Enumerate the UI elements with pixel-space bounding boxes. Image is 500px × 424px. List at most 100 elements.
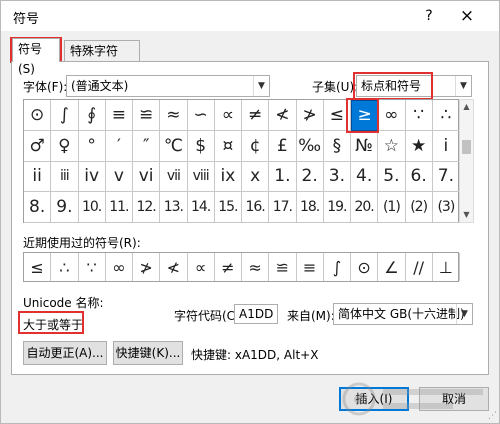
recent-symbol-cell[interactable]: ⊙ [351, 253, 379, 281]
symbol-cell[interactable]: ′ [105, 130, 133, 162]
symbol-cell[interactable]: (2) [405, 192, 433, 223]
symbol-cell[interactable]: i [432, 130, 460, 162]
symbol-cell[interactable]: 4. [351, 161, 379, 193]
symbol-cell[interactable]: ii [24, 161, 52, 193]
symbol-cell[interactable]: ∽ [187, 100, 215, 131]
symbol-cell[interactable]: ≮ [269, 100, 297, 131]
symbol-cell[interactable]: 10. [78, 192, 106, 223]
recent-symbol-cell[interactable]: ∞ [106, 253, 133, 281]
symbol-cell[interactable]: ≠ [242, 100, 270, 131]
symbol-cell[interactable]: 7. [432, 161, 460, 193]
recent-symbols-label: 近期使用过的符号(R): [23, 236, 141, 250]
symbol-cell[interactable]: 11. [105, 192, 133, 223]
font-select[interactable]: (普通文本) ▼ [66, 75, 270, 97]
help-button[interactable]: ? [417, 5, 441, 27]
symbol-cell[interactable]: ∞ [378, 100, 406, 131]
symbol-cell[interactable]: ★ [405, 130, 433, 162]
symbol-grid-scrollbar[interactable]: ▲ ▼ [459, 99, 474, 223]
symbol-cell[interactable]: 3. [323, 161, 351, 193]
recent-symbol-cell[interactable]: ∵ [79, 253, 106, 281]
scroll-down-icon[interactable]: ▼ [460, 208, 473, 222]
recent-symbol-cell[interactable]: ≮ [160, 253, 188, 281]
shortcut-key-button[interactable]: 快捷键(K)... [113, 341, 183, 365]
symbol-cell[interactable]: ° [78, 130, 106, 162]
symbol-cell[interactable]: ‰ [296, 130, 324, 162]
symbol-cell[interactable]: ix [214, 161, 242, 193]
symbol-cell[interactable]: vii [160, 161, 188, 193]
symbol-cell[interactable]: £ [269, 130, 297, 162]
symbol-cell[interactable]: 15. [214, 192, 242, 223]
resize-grip-icon[interactable]: ⋰ [488, 412, 497, 421]
symbol-cell[interactable]: № [351, 130, 379, 162]
symbol-cell[interactable]: ≤ [323, 100, 351, 131]
subset-select[interactable]: 标点和符号 ▼ [356, 75, 472, 97]
scroll-up-icon[interactable]: ▲ [460, 100, 473, 114]
symbol-cell[interactable]: 8. [24, 192, 52, 223]
symbol-cell[interactable]: ∮ [78, 100, 106, 131]
symbol-cell[interactable]: 14. [187, 192, 215, 223]
symbol-cell[interactable]: iii [51, 161, 79, 193]
symbol-cell[interactable]: 1. [269, 161, 297, 193]
symbol-cell[interactable]: (1) [378, 192, 406, 223]
symbol-cell[interactable]: (3) [432, 192, 460, 223]
recent-symbol-cell[interactable]: // [406, 253, 433, 281]
recent-symbol-cell[interactable]: ∝ [188, 253, 215, 281]
symbol-cell[interactable]: ∴ [432, 100, 460, 131]
recent-symbol-cell[interactable]: ≠ [215, 253, 242, 281]
symbol-cell[interactable]: ♂ [24, 130, 52, 162]
tab-symbols[interactable]: 符号(S) [12, 38, 60, 76]
symbol-cell[interactable]: 2. [296, 161, 324, 193]
symbol-cell[interactable]: iv [78, 161, 106, 193]
symbol-cell[interactable]: x [242, 161, 270, 193]
recent-symbol-cell[interactable]: ≡ [297, 253, 324, 281]
from-select[interactable]: 简体中文 GB(十六进制) ▼ [333, 303, 473, 325]
symbol-cell[interactable]: ℃ [160, 130, 188, 162]
recent-symbol-cell[interactable]: ∴ [51, 253, 79, 281]
symbol-cell[interactable]: $ [187, 130, 215, 162]
symbol-cell[interactable]: 9. [51, 192, 79, 223]
recent-symbol-cell[interactable]: ∠ [378, 253, 406, 281]
recent-symbol-cell[interactable]: ≌ [269, 253, 297, 281]
shortcut-info: 快捷键: xA1DD, Alt+X [191, 348, 319, 362]
chevron-down-icon: ▼ [455, 76, 471, 96]
recent-symbol-cell[interactable]: ∫ [324, 253, 351, 281]
recent-symbol-cell[interactable]: ⊥ [433, 253, 460, 281]
symbol-cell[interactable]: ∫ [51, 100, 79, 131]
symbol-cell[interactable]: § [323, 130, 351, 162]
symbol-cell[interactable]: ≡ [105, 100, 133, 131]
symbol-cell[interactable]: ∝ [214, 100, 242, 131]
tab-special-characters[interactable]: 特殊字符(P) [64, 40, 140, 78]
symbol-cell[interactable]: 13. [160, 192, 188, 223]
cancel-button[interactable]: 取消 [419, 387, 489, 411]
symbol-cell[interactable]: viii [187, 161, 215, 193]
symbol-cell[interactable]: ∵ [405, 100, 433, 131]
symbol-cell[interactable]: vi [133, 161, 161, 193]
recent-symbol-cell[interactable]: ≤ [24, 253, 52, 281]
symbol-cell[interactable]: 12. [133, 192, 161, 223]
symbol-cell[interactable]: ¤ [214, 130, 242, 162]
symbol-cell[interactable]: ≯ [296, 100, 324, 131]
symbol-cell[interactable]: 16. [242, 192, 270, 223]
symbol-cell[interactable]: 18. [296, 192, 324, 223]
symbol-cell[interactable]: 19. [323, 192, 351, 223]
symbol-cell[interactable]: ≈ [160, 100, 188, 131]
symbol-cell[interactable]: 6. [405, 161, 433, 193]
recent-symbol-cell[interactable]: ≈ [242, 253, 270, 281]
symbol-cell[interactable]: 5. [378, 161, 406, 193]
symbol-cell[interactable]: ☆ [378, 130, 406, 162]
symbol-cell[interactable]: ≌ [133, 100, 161, 131]
symbol-cell[interactable]: ⊙ [24, 100, 52, 131]
char-code-input[interactable]: A1DD [234, 304, 278, 324]
symbol-cell[interactable]: ¢ [242, 130, 270, 162]
symbol-cell[interactable]: ♀ [51, 130, 79, 162]
symbol-cell[interactable]: ″ [133, 130, 161, 162]
autocorrect-button[interactable]: 自动更正(A)... [23, 341, 107, 365]
symbol-cell[interactable]: v [105, 161, 133, 193]
scroll-thumb[interactable] [462, 140, 471, 154]
close-button[interactable]: × [453, 4, 481, 28]
symbol-cell-selected[interactable]: ≥ [351, 100, 379, 131]
insert-button[interactable]: 插入(I) [339, 387, 409, 411]
recent-symbol-cell[interactable]: ≯ [133, 253, 161, 281]
symbol-cell[interactable]: 17. [269, 192, 297, 223]
symbol-cell[interactable]: 20. [351, 192, 379, 223]
